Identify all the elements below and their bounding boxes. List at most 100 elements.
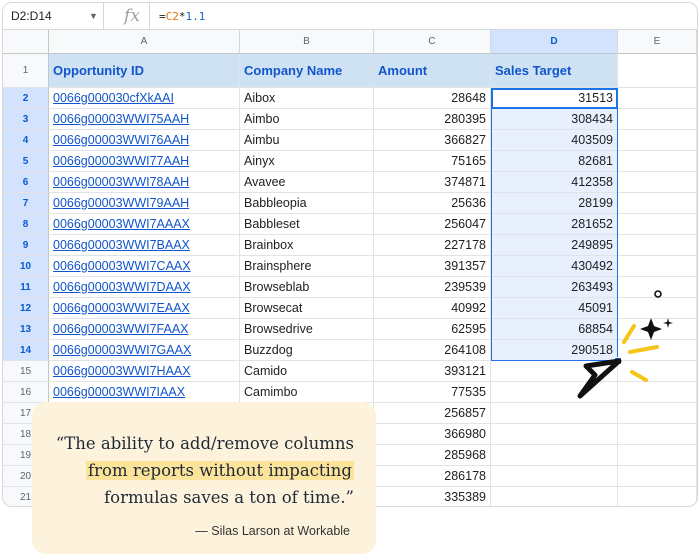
row-header-9[interactable]: 9 xyxy=(3,235,49,256)
column-e-cell[interactable] xyxy=(618,214,697,235)
amount-cell[interactable]: 280395 xyxy=(374,109,491,130)
sales-target-cell[interactable]: 281652 xyxy=(491,214,618,235)
row-header-1[interactable]: 1 xyxy=(3,54,49,88)
sales-target-cell[interactable]: 412358 xyxy=(491,172,618,193)
header-cell-b[interactable]: Company Name xyxy=(240,54,374,88)
company-name-cell[interactable]: Aibox xyxy=(240,88,374,109)
sales-target-cell[interactable] xyxy=(491,424,618,445)
row-header-12[interactable]: 12 xyxy=(3,298,49,319)
amount-cell[interactable]: 374871 xyxy=(374,172,491,193)
column-e-cell[interactable] xyxy=(618,487,697,506)
amount-cell[interactable]: 75165 xyxy=(374,151,491,172)
chevron-down-icon[interactable]: ▼ xyxy=(89,11,98,21)
row-header-14[interactable]: 14 xyxy=(3,340,49,361)
sales-target-cell[interactable]: 82681 xyxy=(491,151,618,172)
row-header-16[interactable]: 16 xyxy=(3,382,49,403)
row-header-10[interactable]: 10 xyxy=(3,256,49,277)
row-header-15[interactable]: 15 xyxy=(3,361,49,382)
amount-cell[interactable]: 264108 xyxy=(374,340,491,361)
column-e-cell[interactable] xyxy=(618,130,697,151)
select-all-corner[interactable] xyxy=(3,30,49,54)
row-header-2[interactable]: 2 xyxy=(3,88,49,109)
company-name-cell[interactable]: Buzzdog xyxy=(240,340,374,361)
opportunity-id-cell[interactable]: 0066g00003WWI77AAH xyxy=(49,151,240,172)
column-header-d[interactable]: D xyxy=(491,30,618,54)
company-name-cell[interactable]: Avavee xyxy=(240,172,374,193)
amount-cell[interactable]: 391357 xyxy=(374,256,491,277)
opportunity-id-cell[interactable]: 0066g00003WWI7CAAX xyxy=(49,256,240,277)
opportunity-id-cell[interactable]: 0066g00003WWI7GAAX xyxy=(49,340,240,361)
company-name-cell[interactable]: Browsedrive xyxy=(240,319,374,340)
column-header-b[interactable]: B xyxy=(240,30,374,54)
company-name-cell[interactable]: Babbleopia xyxy=(240,193,374,214)
amount-cell[interactable]: 25636 xyxy=(374,193,491,214)
amount-cell[interactable]: 62595 xyxy=(374,319,491,340)
opportunity-id-cell[interactable]: 0066g00003WWI7HAAX xyxy=(49,361,240,382)
company-name-cell[interactable]: Brainbox xyxy=(240,235,374,256)
opportunity-id-cell[interactable]: 0066g00003WWI7IAAX xyxy=(49,382,240,403)
row-header-8[interactable]: 8 xyxy=(3,214,49,235)
name-box[interactable]: D2:D14 ▼ xyxy=(3,3,104,29)
formula-input[interactable]: = C2 * 1.1 xyxy=(159,3,205,29)
opportunity-id-cell[interactable]: 0066g00003WWI7DAAX xyxy=(49,277,240,298)
opportunity-id-cell[interactable]: 0066g00003WWI79AAH xyxy=(49,193,240,214)
amount-cell[interactable]: 366980 xyxy=(374,424,491,445)
column-e-cell[interactable] xyxy=(618,172,697,193)
column-e-cell[interactable] xyxy=(618,109,697,130)
amount-cell[interactable]: 28648 xyxy=(374,88,491,109)
row-header-4[interactable]: 4 xyxy=(3,130,49,151)
company-name-cell[interactable]: Browseblab xyxy=(240,277,374,298)
opportunity-id-cell[interactable]: 0066g00003WWI78AAH xyxy=(49,172,240,193)
amount-cell[interactable]: 393121 xyxy=(374,361,491,382)
company-name-cell[interactable]: Aimbo xyxy=(240,109,374,130)
amount-cell[interactable]: 77535 xyxy=(374,382,491,403)
amount-cell[interactable]: 286178 xyxy=(374,466,491,487)
row-header-13[interactable]: 13 xyxy=(3,319,49,340)
column-e-cell[interactable] xyxy=(618,88,697,109)
row-header-7[interactable]: 7 xyxy=(3,193,49,214)
column-e-cell[interactable] xyxy=(618,235,697,256)
opportunity-id-cell[interactable]: 0066g000030cfXkAAI xyxy=(49,88,240,109)
column-e-cell[interactable] xyxy=(618,445,697,466)
header-cell-a[interactable]: Opportunity ID xyxy=(49,54,240,88)
opportunity-id-cell[interactable]: 0066g00003WWI76AAH xyxy=(49,130,240,151)
column-header-a[interactable]: A xyxy=(49,30,240,54)
company-name-cell[interactable]: Aimbu xyxy=(240,130,374,151)
column-e-cell[interactable] xyxy=(618,193,697,214)
header-cell-e[interactable] xyxy=(618,54,697,88)
sales-target-cell[interactable]: 403509 xyxy=(491,130,618,151)
sales-target-cell[interactable] xyxy=(491,445,618,466)
sales-target-cell[interactable] xyxy=(491,487,618,506)
sales-target-cell[interactable]: 28199 xyxy=(491,193,618,214)
sales-target-cell[interactable]: 308434 xyxy=(491,109,618,130)
company-name-cell[interactable]: Babbleset xyxy=(240,214,374,235)
sales-target-cell[interactable] xyxy=(491,466,618,487)
header-cell-d[interactable]: Sales Target xyxy=(491,54,618,88)
header-cell-c[interactable]: Amount xyxy=(374,54,491,88)
column-e-cell[interactable] xyxy=(618,424,697,445)
amount-cell[interactable]: 40992 xyxy=(374,298,491,319)
sales-target-cell[interactable]: 430492 xyxy=(491,256,618,277)
column-e-cell[interactable] xyxy=(618,466,697,487)
company-name-cell[interactable]: Camimbo xyxy=(240,382,374,403)
column-header-e[interactable]: E xyxy=(618,30,697,54)
row-header-3[interactable]: 3 xyxy=(3,109,49,130)
row-header-5[interactable]: 5 xyxy=(3,151,49,172)
row-header-6[interactable]: 6 xyxy=(3,172,49,193)
sales-target-cell[interactable]: 31513 xyxy=(491,88,618,109)
amount-cell[interactable]: 227178 xyxy=(374,235,491,256)
column-e-cell[interactable] xyxy=(618,151,697,172)
opportunity-id-cell[interactable]: 0066g00003WWI7EAAX xyxy=(49,298,240,319)
opportunity-id-cell[interactable]: 0066g00003WWI7AAAX xyxy=(49,214,240,235)
amount-cell[interactable]: 285968 xyxy=(374,445,491,466)
amount-cell[interactable]: 256047 xyxy=(374,214,491,235)
company-name-cell[interactable]: Browsecat xyxy=(240,298,374,319)
company-name-cell[interactable]: Camido xyxy=(240,361,374,382)
sales-target-cell[interactable]: 249895 xyxy=(491,235,618,256)
amount-cell[interactable]: 239539 xyxy=(374,277,491,298)
opportunity-id-cell[interactable]: 0066g00003WWI7BAAX xyxy=(49,235,240,256)
company-name-cell[interactable]: Brainsphere xyxy=(240,256,374,277)
column-e-cell[interactable] xyxy=(618,256,697,277)
amount-cell[interactable]: 256857 xyxy=(374,403,491,424)
row-header-11[interactable]: 11 xyxy=(3,277,49,298)
